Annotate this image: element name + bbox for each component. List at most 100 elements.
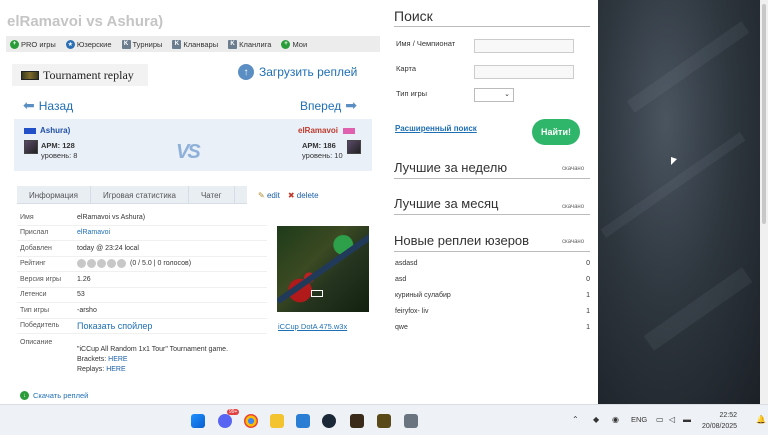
tournament-replay-header: Tournament replay (12, 64, 148, 86)
replay-name: feiryfox- liv (395, 307, 429, 315)
page-scrollbar[interactable] (760, 0, 768, 404)
tab-info[interactable]: Информация (17, 186, 91, 204)
star-icon[interactable] (77, 259, 86, 269)
search-button[interactable]: Найти! (532, 119, 580, 145)
delete-label: delete (296, 191, 319, 200)
clock[interactable]: 22:52 20/08/2025 (702, 410, 737, 432)
tab-chat[interactable]: Чатег (189, 186, 235, 204)
downloads-header: скачано (562, 239, 585, 245)
chevron-up-icon[interactable]: ⌃ (572, 415, 579, 424)
show-spoiler-link[interactable]: Показать спойлер (77, 321, 152, 331)
replays-link[interactable]: HERE (106, 366, 125, 373)
replays-label: Replays: (77, 366, 105, 373)
star-icon[interactable] (117, 259, 126, 269)
download-label: Скачать реплей (33, 391, 89, 400)
download-replay-link[interactable]: ↓ Скачать реплей (20, 391, 88, 400)
tab-mine[interactable]: + Мои (277, 39, 308, 49)
player-level: уровень: 10 (302, 151, 343, 160)
tab-label: Турниры (132, 39, 163, 49)
upload-replay-link[interactable]: ↑ Загрузить реплей (238, 64, 357, 80)
plus-icon: + (281, 39, 291, 49)
player-level: уровень: 8 (41, 151, 78, 160)
battery-icon[interactable]: ▬ (683, 415, 691, 424)
tab-label: Мои (292, 39, 308, 49)
windows-start-icon[interactable] (191, 414, 205, 428)
tab-label: Кланвары (183, 39, 219, 49)
uploader-link[interactable]: elRamavoi (77, 229, 110, 236)
replay-name: куриный сулабир (395, 291, 451, 299)
info-key: Версия игры (20, 275, 61, 283)
star-icon[interactable] (107, 259, 116, 269)
info-value: 53 (77, 291, 85, 299)
star-icon[interactable] (97, 259, 106, 269)
info-row-uploader: Прислал elRamavoi (17, 226, 267, 241)
prev-label: Назад (38, 98, 74, 113)
store-icon[interactable] (296, 414, 310, 428)
divider (394, 214, 590, 215)
scrollbar-thumb[interactable] (762, 4, 766, 224)
game-type-select[interactable]: ⌄ (474, 88, 514, 102)
background-artwork (598, 0, 768, 404)
edit-link[interactable]: ✎ edit (258, 191, 280, 200)
warcraft-icon[interactable] (350, 414, 364, 428)
player-name[interactable]: Ashura) (40, 126, 70, 135)
next-link[interactable]: Вперед ➡ (300, 97, 357, 114)
info-key: Летенси (20, 291, 47, 299)
mouse-cursor-icon (671, 157, 677, 165)
divider (394, 251, 590, 252)
tab-clanwars[interactable]: K Кланвары (168, 39, 219, 49)
volume-icon[interactable]: ◁ (669, 415, 675, 424)
brackets-link[interactable]: HERE (108, 356, 127, 363)
chevron-down-icon: ⌄ (504, 91, 510, 98)
star-icon: ★ (65, 39, 75, 49)
upload-label: Загрузить реплей (259, 65, 358, 79)
map-name-link[interactable]: iCCup DotA 475.w3x (278, 322, 347, 331)
tab-label: Юзерские (76, 39, 112, 49)
steam-icon[interactable] (322, 414, 336, 428)
tournament-replay-label: Tournament replay (43, 67, 134, 82)
player-name[interactable]: elRamavoi (298, 126, 338, 135)
discord-icon[interactable] (218, 414, 232, 428)
player-left: Ashura) (24, 126, 70, 135)
info-row-rating: Рейтинг (0 / 5.0 | 0 голосов) (17, 257, 267, 272)
language-indicator[interactable]: ENG (631, 415, 647, 424)
replay-name: asd (395, 275, 407, 283)
rating-stars[interactable] (77, 259, 126, 269)
game-launcher-icon[interactable] (377, 414, 391, 428)
mic-icon[interactable]: ◉ (612, 415, 619, 424)
monitor-icon[interactable]: ▭ (656, 415, 664, 424)
description-text: "iCCup All Random 1x1 Tour" Tournament g… (77, 346, 229, 353)
shield-icon[interactable]: ◆ (593, 415, 599, 424)
list-item[interactable]: asdasd 0 (395, 256, 590, 270)
tab-clanleague[interactable]: K Кланлига (224, 39, 271, 49)
tab-game-stats[interactable]: Игровая статистика (91, 186, 189, 204)
tab-pro-games[interactable]: + PRO игры (6, 39, 56, 49)
list-item[interactable]: qwe 1 (395, 320, 590, 334)
file-explorer-icon[interactable] (270, 414, 284, 428)
download-count: 1 (586, 323, 590, 331)
list-item[interactable]: куриный сулабир 1 (395, 288, 590, 302)
star-icon[interactable] (87, 259, 96, 269)
downloads-header: скачано (562, 204, 585, 210)
prev-link[interactable]: ⬅ Назад (23, 97, 73, 114)
calculator-icon[interactable] (404, 414, 418, 428)
player-color-flag (343, 128, 356, 135)
advanced-search-link[interactable]: Расширенный поиск (395, 124, 477, 133)
map-input[interactable] (474, 65, 574, 79)
info-key: Победитель (20, 322, 60, 330)
chrome-icon[interactable] (244, 414, 258, 428)
player-right: elRamavoi (298, 126, 356, 135)
delete-link[interactable]: ✖ delete (288, 191, 319, 200)
next-label: Вперед (300, 98, 342, 113)
tab-tournaments[interactable]: K Турниры (118, 39, 163, 49)
map-thumbnail[interactable] (277, 226, 369, 312)
name-input[interactable] (474, 39, 574, 53)
list-item[interactable]: asd 0 (395, 272, 590, 286)
replay-info-table: Имя elRamavoi vs Ashura) Прислал elRamavoi… (17, 210, 267, 334)
info-row-version: Версия игры 1.26 (17, 272, 267, 288)
info-value: today @ 23:24 local (77, 244, 139, 252)
tab-user-games[interactable]: ★ Юзерские (62, 39, 112, 49)
notifications-bell-icon[interactable]: 🔔 (756, 415, 766, 424)
list-item[interactable]: feiryfox- liv 1 (395, 304, 590, 318)
map-river (277, 230, 369, 304)
